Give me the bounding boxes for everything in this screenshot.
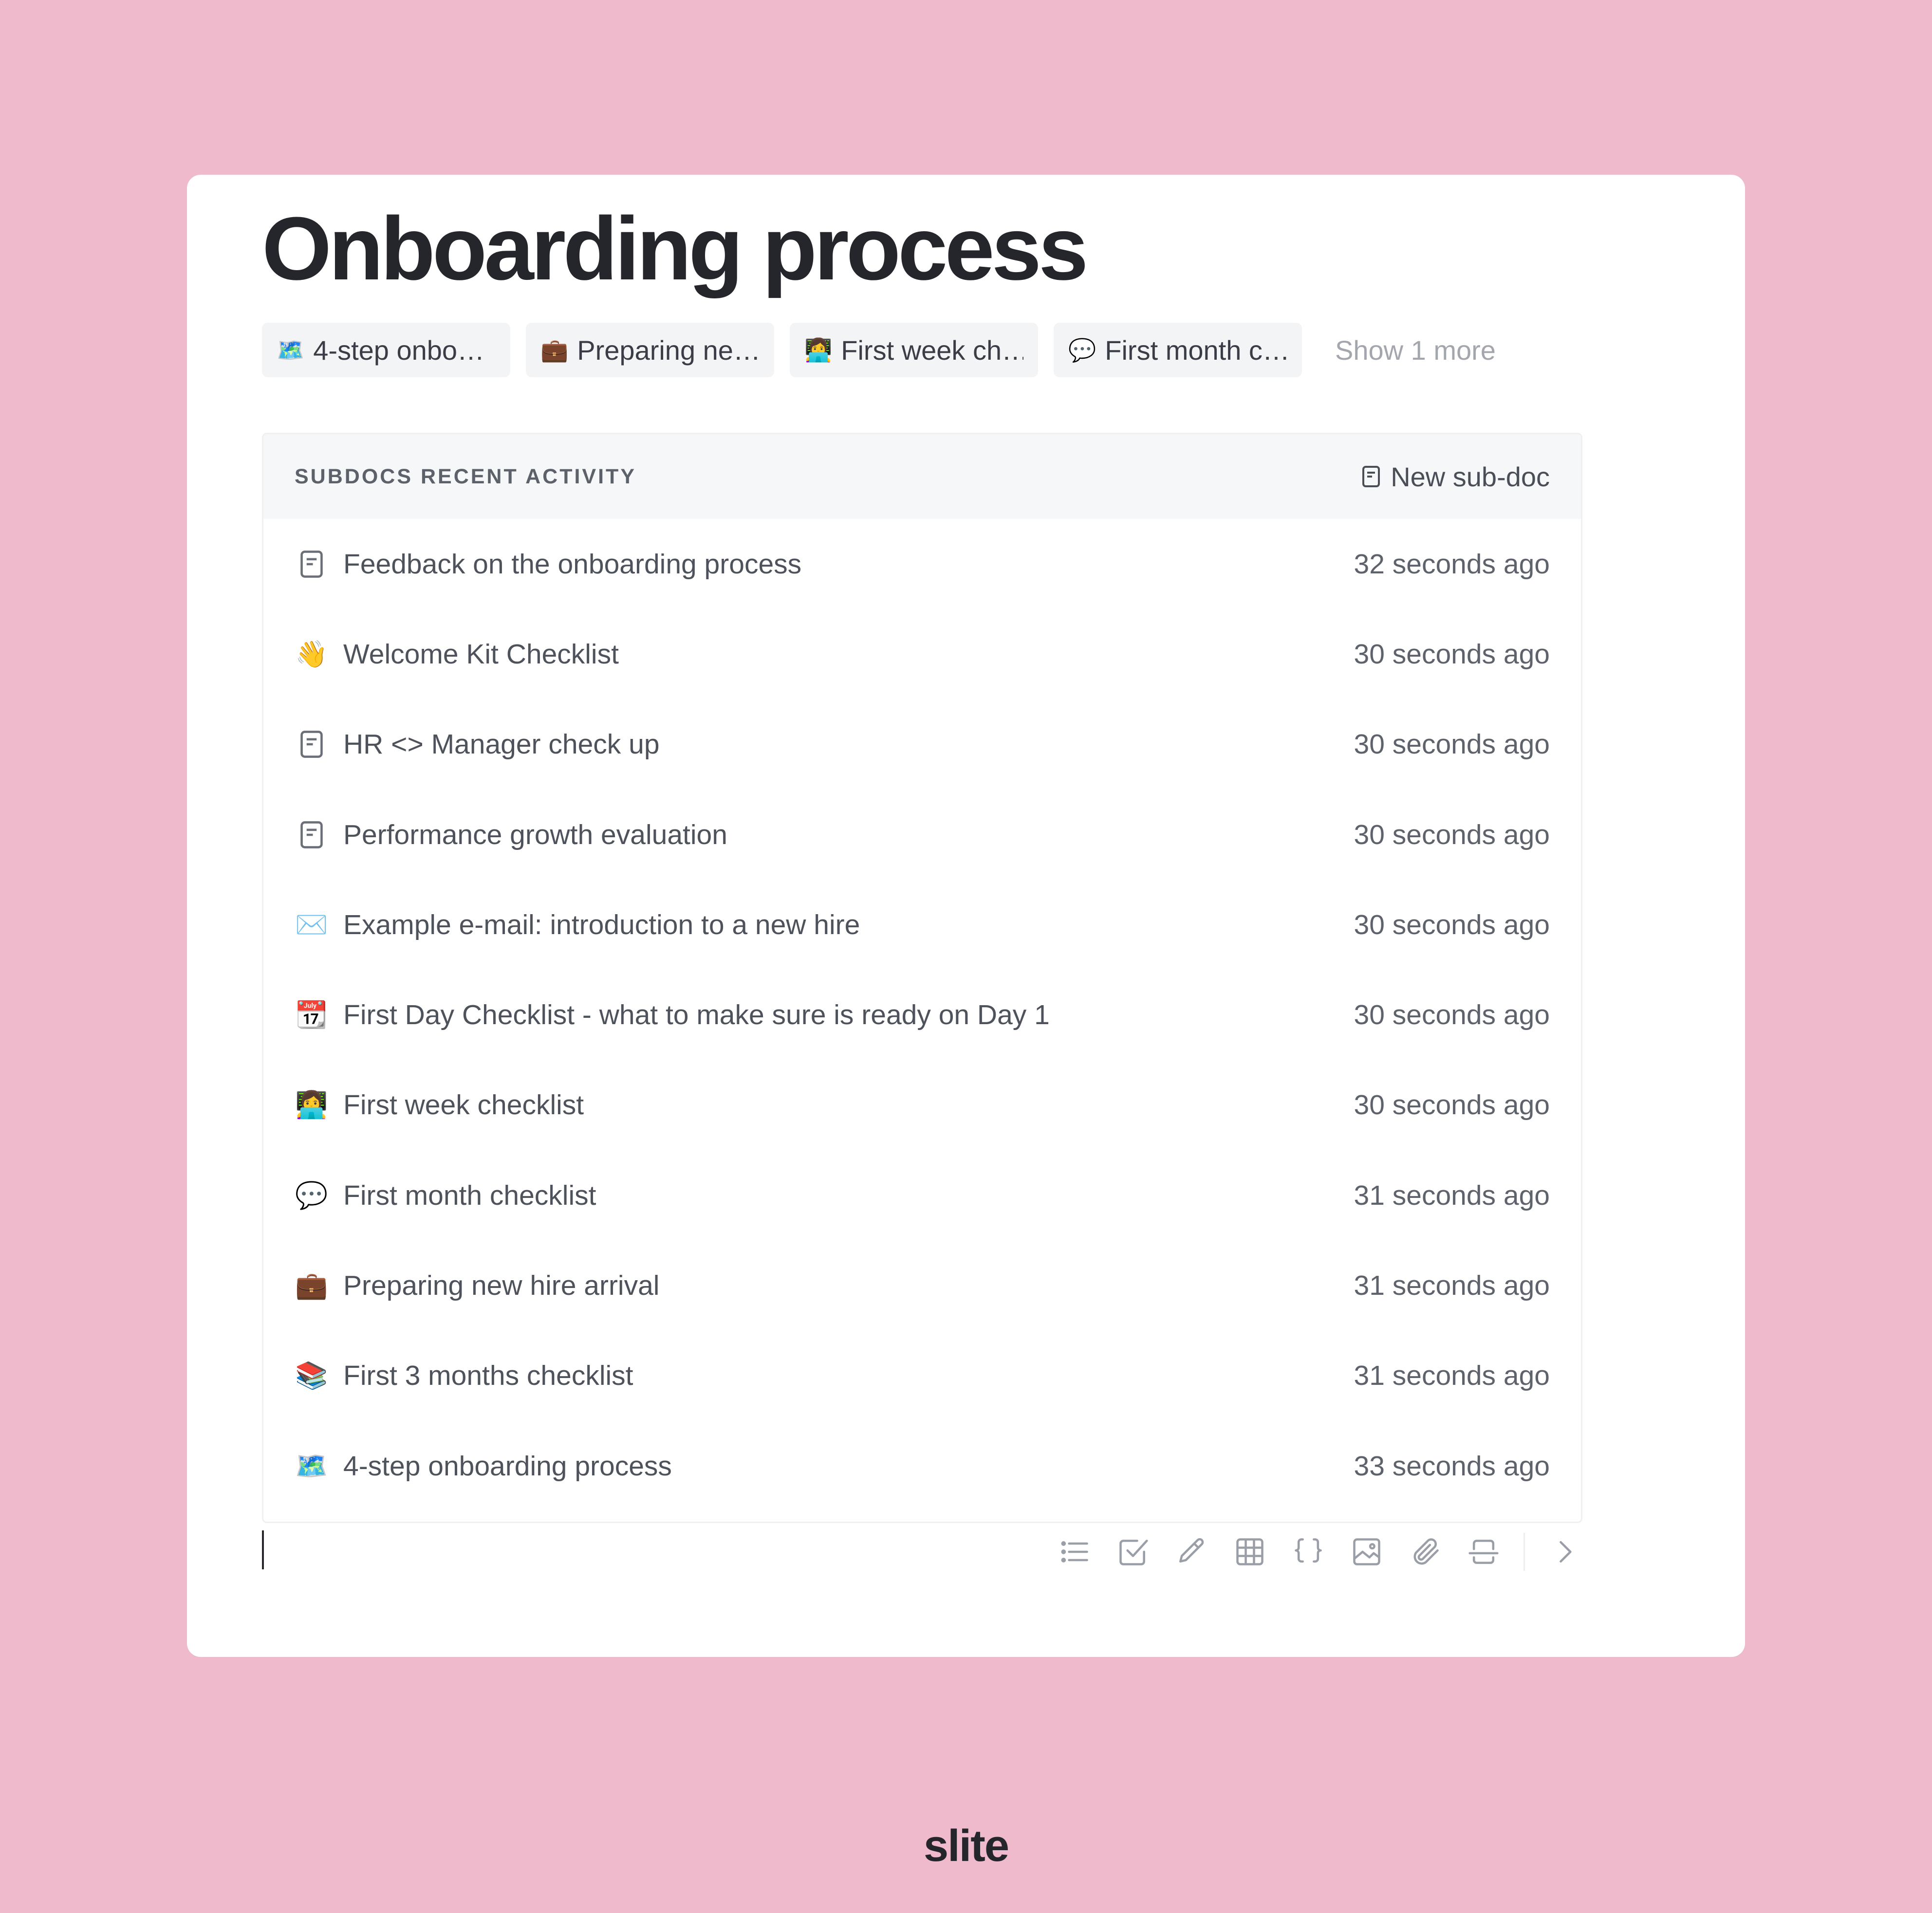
document-icon <box>295 727 329 761</box>
chip-label: First week ch… <box>841 334 1023 366</box>
text-cursor <box>262 1530 264 1569</box>
new-subdoc-button[interactable]: New sub-doc <box>1362 461 1550 493</box>
subdoc-list: Feedback on the onboarding process 32 se… <box>263 519 1581 1511</box>
briefcase-icon: 💼 <box>295 1271 328 1301</box>
waving-hand-icon: 👋 <box>295 639 328 669</box>
link-icon[interactable] <box>1408 1534 1443 1569</box>
toolbar-divider <box>1523 1533 1525 1571</box>
speech-bubble-icon: 💬 <box>1068 337 1096 363</box>
envelope-icon: ✉️ <box>295 910 328 939</box>
chip-label: Preparing ne… <box>577 334 760 366</box>
list-item[interactable]: 👩‍💻 First week checklist 30 seconds ago <box>263 1060 1581 1150</box>
list-item[interactable]: 💼 Preparing new hire arrival 31 seconds … <box>263 1240 1581 1330</box>
technologist-icon: 👩‍💻 <box>804 337 833 363</box>
insert-toolbar <box>1034 1533 1582 1571</box>
list-item[interactable]: Feedback on the onboarding process 32 se… <box>263 519 1581 609</box>
document-icon <box>295 547 329 581</box>
show-more-link[interactable]: Show 1 more <box>1335 334 1496 366</box>
map-icon: 🗺️ <box>277 337 305 363</box>
subdoc-chip-first-week[interactable]: 👩‍💻 First week ch… <box>790 323 1038 377</box>
subdoc-title: Example e-mail: introduction to a new hi… <box>343 909 860 940</box>
subdoc-title: First Day Checklist - what to make sure … <box>343 999 1050 1031</box>
list-item[interactable]: 📆 First Day Checklist - what to make sur… <box>263 970 1581 1060</box>
subdoc-chip-first-month[interactable]: 💬 First month c… <box>1054 323 1302 377</box>
list-item[interactable]: 🗺️ 4-step onboarding process 33 seconds … <box>263 1421 1581 1511</box>
technologist-icon: 👩‍💻 <box>295 1090 328 1120</box>
subdoc-timestamp: 30 seconds ago <box>1354 999 1550 1031</box>
subdocs-panel-header: SUBDOCS RECENT ACTIVITY New sub-doc <box>263 434 1581 519</box>
calendar-icon: 📆 <box>295 1000 328 1030</box>
briefcase-icon: 💼 <box>540 337 569 363</box>
subdoc-timestamp: 30 seconds ago <box>1354 909 1550 940</box>
subdoc-timestamp: 33 seconds ago <box>1354 1450 1550 1482</box>
chip-label: First month c… <box>1105 334 1287 366</box>
map-icon: 🗺️ <box>295 1451 328 1481</box>
document-icon <box>295 818 329 852</box>
slite-logo: slite <box>923 1821 1009 1871</box>
speech-bubble-icon: 💬 <box>295 1180 328 1210</box>
page-title: Onboarding process <box>262 198 1088 298</box>
pencil-icon[interactable] <box>1174 1534 1209 1569</box>
subdoc-title: Preparing new hire arrival <box>343 1270 660 1302</box>
list-item[interactable]: HR <> Manager check up 30 seconds ago <box>263 699 1581 790</box>
subdoc-timestamp: 32 seconds ago <box>1354 548 1550 580</box>
image-icon[interactable] <box>1349 1534 1384 1569</box>
subdoc-title: Feedback on the onboarding process <box>343 548 802 580</box>
chevron-right-icon[interactable] <box>1547 1534 1582 1569</box>
subdoc-title: Welcome Kit Checklist <box>343 638 619 670</box>
list-item[interactable]: Performance growth evaluation 30 seconds… <box>263 790 1581 880</box>
subdoc-timestamp: 31 seconds ago <box>1354 1270 1550 1302</box>
divider-icon[interactable] <box>1466 1534 1501 1569</box>
subdocs-activity-panel: SUBDOCS RECENT ACTIVITY New sub-doc Feed… <box>262 433 1582 1523</box>
list-item[interactable]: ✉️ Example e-mail: introduction to a new… <box>263 880 1581 970</box>
subdoc-timestamp: 30 seconds ago <box>1354 819 1550 850</box>
list-item[interactable]: 📚 First 3 months checklist 31 seconds ag… <box>263 1331 1581 1421</box>
subdoc-title: Performance growth evaluation <box>343 819 727 850</box>
subdoc-chip-preparing[interactable]: 💼 Preparing ne… <box>526 323 774 377</box>
subdoc-timestamp: 30 seconds ago <box>1354 638 1550 670</box>
code-braces-icon[interactable] <box>1291 1534 1326 1569</box>
subdoc-title: First 3 months checklist <box>343 1360 633 1392</box>
new-subdoc-label: New sub-doc <box>1391 461 1550 492</box>
table-icon[interactable] <box>1232 1534 1267 1569</box>
subdoc-title: HR <> Manager check up <box>343 729 660 760</box>
list-item[interactable]: 👋 Welcome Kit Checklist 30 seconds ago <box>263 609 1581 699</box>
subdoc-timestamp: 31 seconds ago <box>1354 1179 1550 1211</box>
bullet-list-icon[interactable] <box>1057 1534 1092 1569</box>
checkbox-icon[interactable] <box>1115 1534 1151 1569</box>
subdocs-panel-title: SUBDOCS RECENT ACTIVITY <box>295 464 636 488</box>
subdoc-chip-bar: 🗺️ 4-step onbo… 💼 Preparing ne… 👩‍💻 Firs… <box>262 323 1496 377</box>
books-icon: 📚 <box>295 1361 328 1391</box>
list-item[interactable]: 💬 First month checklist 31 seconds ago <box>263 1150 1581 1240</box>
document-icon <box>1362 466 1380 487</box>
subdoc-timestamp: 31 seconds ago <box>1354 1360 1550 1392</box>
subdoc-timestamp: 30 seconds ago <box>1354 729 1550 760</box>
subdoc-timestamp: 30 seconds ago <box>1354 1089 1550 1121</box>
subdoc-title: 4-step onboarding process <box>343 1450 672 1482</box>
chip-label: 4-step onbo… <box>313 334 485 366</box>
subdoc-title: First week checklist <box>343 1089 584 1121</box>
subdoc-title: First month checklist <box>343 1179 596 1211</box>
document-card: Onboarding process 🗺️ 4-step onbo… 💼 Pre… <box>187 175 1745 1657</box>
subdoc-chip-4-step[interactable]: 🗺️ 4-step onbo… <box>262 323 510 377</box>
